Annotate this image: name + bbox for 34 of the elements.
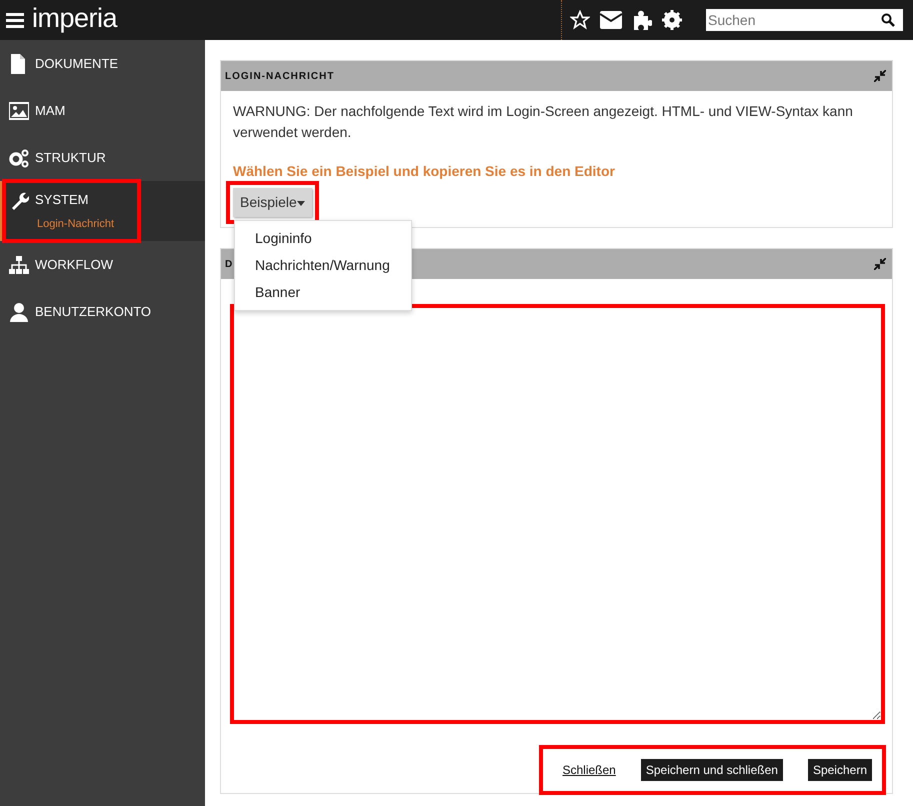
sidebar-item[interactable]: DOKUMENTE: [35, 54, 118, 74]
sidebar-item[interactable]: SYSTEM: [35, 190, 88, 210]
warning-text: WARNUNG: Der nachfolgende Text wird im Login-Screen angezeigt. HTML- und VIEW-Syntax kann verwendet werden.: [233, 102, 854, 142]
sidebar-item[interactable]: MAM: [35, 100, 66, 120]
menu-icon[interactable]: [6, 12, 24, 28]
sidebar-item[interactable]: STRUKTUR: [35, 148, 106, 168]
panel-title: LOGIN-NACHRICHT: [225, 70, 334, 84]
caret-icon: [296, 200, 305, 206]
close-link[interactable]: Schließen: [562, 761, 616, 779]
dropdown-item[interactable]: Logininfo: [235, 225, 411, 252]
collapse-icon[interactable]: [874, 258, 886, 270]
star-icon[interactable]: [570, 10, 590, 30]
user-icon: [9, 302, 29, 322]
gears-icon: [9, 148, 29, 168]
dropdown-item[interactable]: Banner: [235, 279, 411, 306]
save-button[interactable]: Speichern und schließen: [640, 759, 783, 781]
sidebar-subitem[interactable]: Login-Nachricht: [9, 216, 205, 232]
dropdown-item[interactable]: Nachrichten/Warnung: [235, 252, 411, 279]
settings-icon[interactable]: [662, 10, 682, 30]
search-field[interactable]: Suchen: [706, 9, 903, 31]
sitemap-icon: [9, 254, 29, 274]
search-icon[interactable]: [881, 13, 895, 27]
editor-field[interactable]: [233, 307, 882, 721]
prompt-text: Wählen Sie ein Beispiel und kopieren Sie es in den Editor: [233, 162, 616, 181]
image-icon: [9, 100, 29, 120]
panel-title: D: [225, 258, 234, 272]
mail-icon[interactable]: [600, 11, 622, 29]
collapse-icon[interactable]: [874, 70, 886, 82]
dropdown-button[interactable]: Beispiele: [233, 188, 312, 217]
logo: imperia: [32, 4, 118, 32]
sidebar-item[interactable]: BENUTZERKONTO: [35, 302, 152, 322]
puzzle-icon[interactable]: [632, 10, 652, 30]
save-button[interactable]: Speichern: [808, 759, 872, 781]
sidebar-item[interactable]: WORKFLOW: [35, 254, 113, 274]
